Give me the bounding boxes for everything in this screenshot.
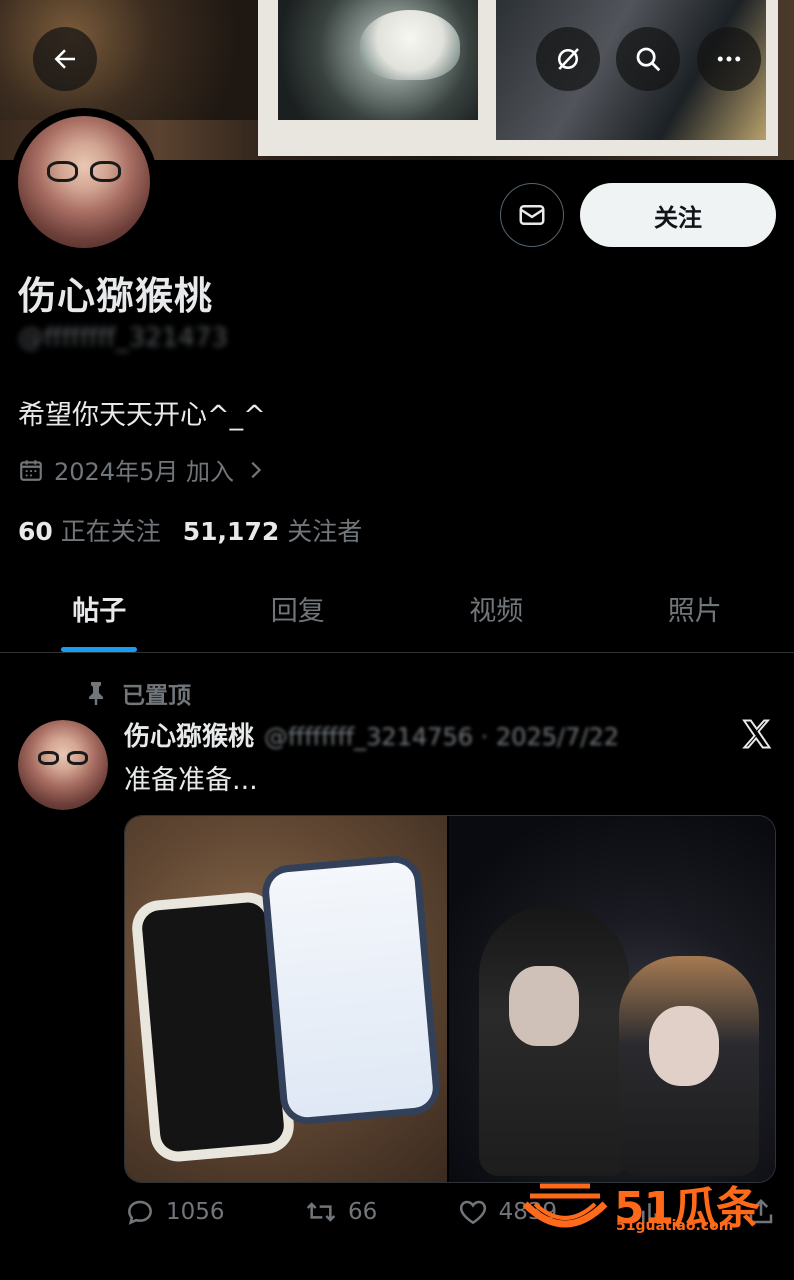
tab-posts[interactable]: 帖子	[0, 565, 199, 652]
pin-icon	[89, 682, 103, 705]
search-button[interactable]	[616, 27, 680, 91]
x-logo-icon	[738, 716, 774, 756]
repost-icon	[306, 1202, 336, 1222]
reply-count: 1056	[166, 1199, 225, 1225]
profile-avatar[interactable]	[10, 108, 158, 256]
join-date-text: 2024年5月 加入	[54, 458, 234, 486]
grok-button[interactable]	[536, 27, 600, 91]
calendar-icon	[20, 459, 42, 481]
arrow-left-icon	[54, 49, 75, 69]
join-date[interactable]: 2024年5月 加入	[18, 452, 266, 487]
mail-icon	[519, 205, 545, 225]
banner-cake	[360, 10, 460, 80]
post-header: 伤心猕猴桃 @ffffffff_3214756 · 2025/7/22	[124, 716, 619, 753]
phone-light	[259, 853, 443, 1127]
avatar-image	[18, 116, 150, 248]
reply-icon	[128, 1200, 152, 1225]
watermark-logo: 51瓜条 51guatiao.com	[520, 1172, 760, 1236]
repost-button[interactable]: 66	[304, 1196, 377, 1228]
media-image-phones[interactable]	[125, 816, 447, 1182]
chevron-right-icon	[251, 461, 262, 478]
grok-icon	[558, 48, 579, 70]
tab-photos[interactable]: 照片	[596, 565, 794, 652]
watermark-site: 51guatiao.com	[616, 1218, 734, 1234]
tab-replies[interactable]: 回复	[199, 565, 398, 652]
back-button[interactable]	[33, 27, 97, 91]
reply-button[interactable]: 1056	[124, 1196, 225, 1228]
post-author-meta: @ffffffff_3214756 · 2025/7/22	[264, 723, 619, 751]
repost-count: 66	[347, 1199, 378, 1225]
pinned-indicator: 已置顶	[84, 676, 191, 710]
post-author-name[interactable]: 伤心猕猴桃	[124, 716, 254, 753]
heart-icon	[459, 1200, 486, 1225]
profile-name: 伤心猕猴桃	[18, 274, 214, 318]
profile-handle: @ffffffff_321473	[18, 323, 228, 353]
post-text: 准备准备...	[124, 765, 258, 796]
tab-videos[interactable]: 视频	[397, 565, 596, 652]
profile-bio: 希望你天天开心^_^	[18, 400, 266, 431]
following-link[interactable]: 60 正在关注	[18, 512, 161, 548]
face-right	[649, 1006, 719, 1086]
profile-tabs: 帖子 回复 视频 照片	[0, 565, 794, 653]
more-button[interactable]	[697, 27, 761, 91]
follow-stats: 60 正在关注 51,172 关注者	[18, 512, 362, 548]
watermelon-logo-icon	[522, 1183, 608, 1228]
pinned-label: 已置顶	[122, 683, 191, 709]
followers-link[interactable]: 51,172 关注者	[183, 512, 362, 548]
post-avatar-image	[18, 720, 108, 810]
media-image-couple[interactable]	[447, 816, 775, 1182]
message-button[interactable]	[500, 183, 564, 247]
follow-button[interactable]: 关注	[580, 183, 776, 247]
more-dots-icon	[717, 56, 741, 62]
face-left	[509, 966, 579, 1046]
post-media[interactable]	[124, 815, 776, 1183]
search-icon	[636, 47, 661, 72]
post-avatar[interactable]	[18, 720, 108, 810]
